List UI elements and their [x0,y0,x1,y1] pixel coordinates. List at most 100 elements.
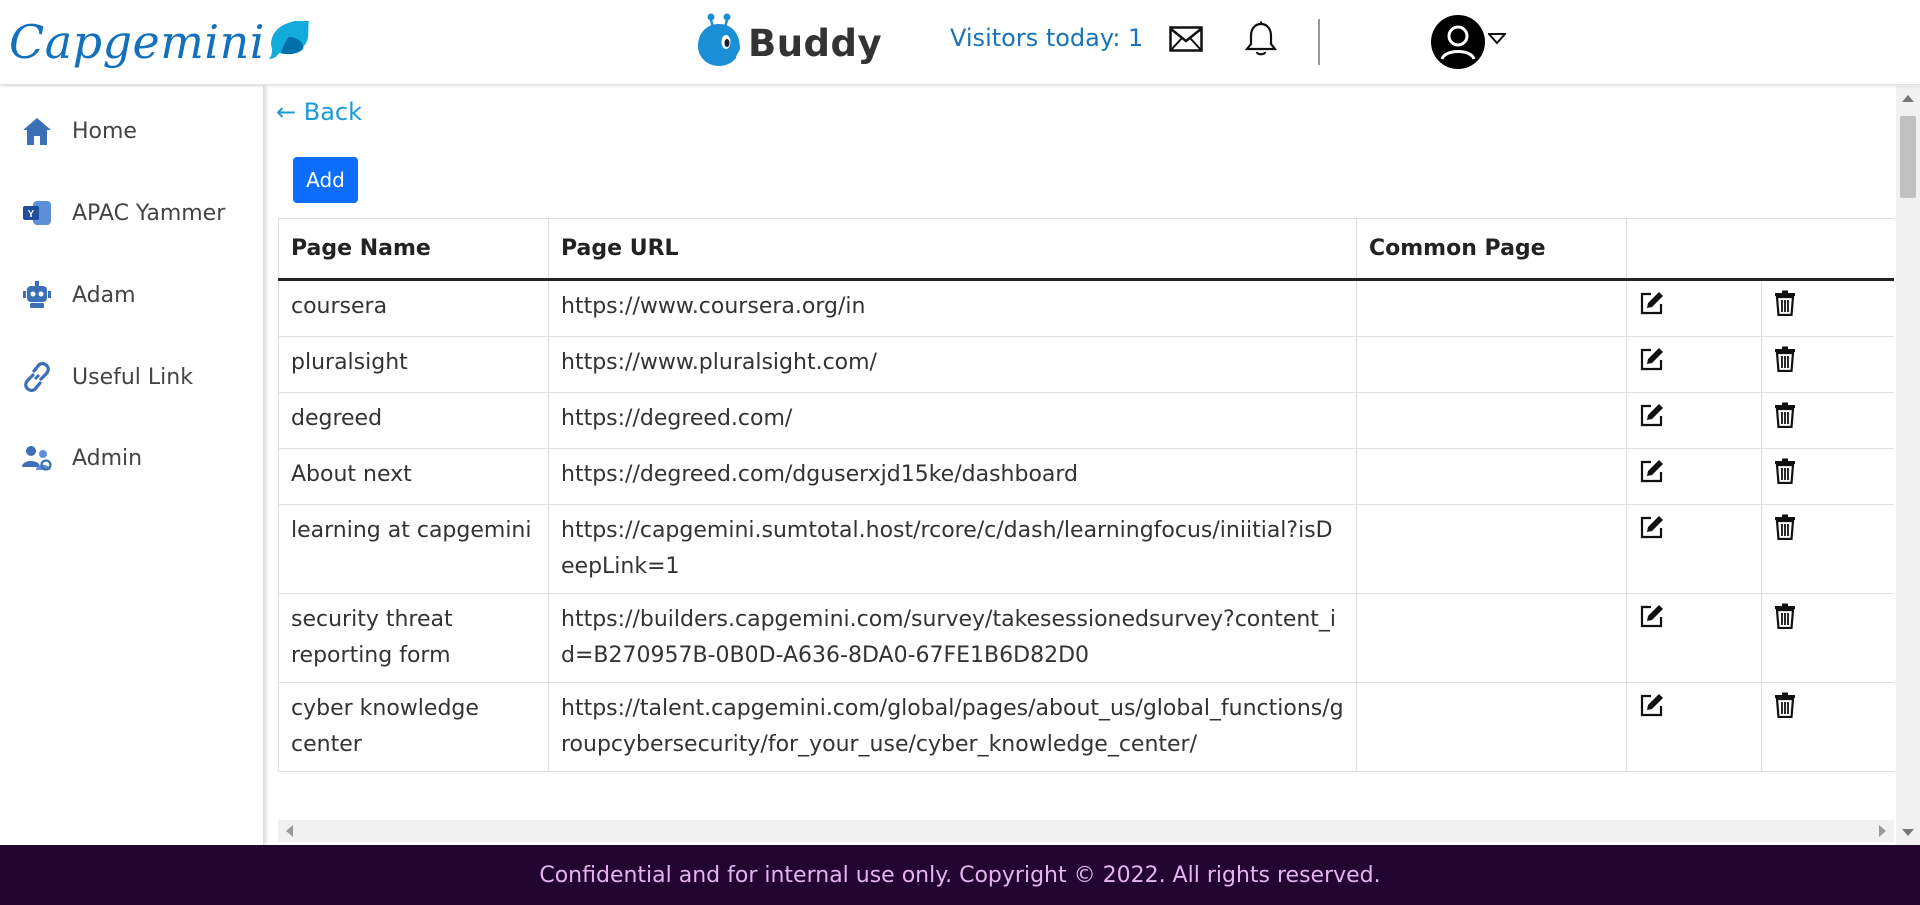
yammer-icon: Y [20,196,54,230]
sidebar-nav: Home Y APAC Yammer Adam Useful Link Admi… [0,86,264,845]
sidebar-item-label: Adam [72,282,136,308]
edit-icon[interactable] [1639,402,1665,428]
page-url-cell: https://degreed.com/dguserxjd15ke/dashbo… [548,448,1357,505]
trash-icon[interactable] [1774,346,1800,373]
table-row: pluralsight https://www.pluralsight.com/ [278,336,1894,393]
table-row: degreed https://degreed.com/ [278,392,1894,449]
delete-cell [1761,448,1894,505]
pages-table: Page Name Page URL Common Page coursera h… [278,218,1894,772]
table-row: security threat reporting form https://bu… [278,593,1894,683]
scroll-up-icon[interactable] [1902,95,1914,102]
spade-icon [267,17,313,67]
header-divider [1318,19,1320,65]
page-url-cell: https://www.coursera.org/in [548,279,1357,337]
scroll-right-icon[interactable] [1879,825,1886,837]
sidebar-item-label: Admin [72,445,143,471]
edit-cell [1626,504,1762,594]
table-row: cyber knowledge center https://talent.cap… [278,682,1894,772]
edit-icon[interactable] [1639,290,1665,316]
delete-cell [1761,279,1894,337]
main-content: ← Back Add Page Name Page URL Common Pag… [264,86,1920,845]
sidebar-item-apac-yammer[interactable]: Y APAC Yammer [20,193,225,233]
sidebar-item-adam[interactable]: Adam [20,275,136,315]
edit-icon[interactable] [1639,514,1665,540]
table-header-row: Page Name Page URL Common Page [278,218,1894,281]
user-avatar-icon[interactable] [1430,14,1486,70]
edit-icon[interactable] [1639,346,1665,372]
page-name-cell: About next [278,448,549,505]
common-page-cell [1356,448,1627,505]
page-name-cell: security threat reporting form [278,593,549,683]
edit-cell [1626,279,1762,337]
vertical-scrollbar[interactable] [1896,86,1920,845]
edit-icon[interactable] [1639,692,1665,718]
link-icon [20,360,54,394]
table-row: About next https://degreed.com/dguserxjd1… [278,448,1894,505]
page-url-cell: https://degreed.com/ [548,392,1357,449]
table-body: coursera https://www.coursera.org/in plura… [278,279,1894,772]
sidebar-item-label: Useful Link [72,364,193,390]
trash-icon[interactable] [1774,290,1800,317]
vertical-scroll-thumb[interactable] [1900,116,1916,198]
edit-cell [1626,682,1762,772]
page-footer: Confidential and for internal use only. … [0,845,1920,905]
mail-icon[interactable] [1165,18,1207,60]
common-page-cell [1356,682,1627,772]
column-header-page-name[interactable]: Page Name [278,218,549,281]
sidebar-item-label: Home [72,118,137,144]
page-name-cell: degreed [278,392,549,449]
sidebar-item-label: APAC Yammer [72,200,226,226]
sidebar-item-admin[interactable]: Admin [20,438,142,478]
sidebar-item-home[interactable]: Home [20,111,137,151]
edit-cell [1626,336,1762,393]
scroll-down-icon[interactable] [1902,829,1914,836]
page-name-cell: coursera [278,279,549,337]
edit-cell [1626,448,1762,505]
buddy-mascot-icon [696,12,742,74]
column-header-common-page[interactable]: Common Page [1356,218,1627,281]
delete-cell [1761,504,1894,594]
page-url-cell: https://talent.capgemini.com/global/page… [548,682,1357,772]
bell-icon[interactable] [1240,18,1282,60]
trash-icon[interactable] [1774,458,1800,485]
edit-cell [1626,593,1762,683]
table-row: coursera https://www.coursera.org/in [278,279,1894,337]
footer-text: Confidential and for internal use only. … [539,862,1381,888]
page-name-cell: cyber knowledge center [278,682,549,772]
page-name-cell: learning at capgemini [278,504,549,594]
trash-icon[interactable] [1774,692,1800,719]
trash-icon[interactable] [1774,603,1800,630]
page-url-cell: https://capgemini.sumtotal.host/rcore/c/… [548,504,1357,594]
edit-icon[interactable] [1639,458,1665,484]
common-page-cell [1356,336,1627,393]
top-header: Capgemini Buddy Visitors today: 1 [0,0,1920,85]
table-row: learning at capgemini https://capgemini.s… [278,504,1894,594]
delete-cell [1761,682,1894,772]
edit-icon[interactable] [1639,603,1665,629]
pages-table-container: Page Name Page URL Common Page coursera h… [278,218,1894,828]
common-page-cell [1356,392,1627,449]
trash-icon[interactable] [1774,514,1800,541]
delete-cell [1761,336,1894,393]
robot-icon [20,278,54,312]
scroll-left-icon[interactable] [286,825,293,837]
column-header-page-url[interactable]: Page URL [548,218,1357,281]
horizontal-scrollbar[interactable] [278,820,1894,842]
brand-logo[interactable]: Capgemini [9,10,313,74]
column-header-actions [1626,218,1894,281]
caret-down-icon[interactable] [1486,30,1508,49]
trash-icon[interactable] [1774,402,1800,429]
delete-cell [1761,392,1894,449]
brand-name: Capgemini [9,15,265,69]
add-button[interactable]: Add [293,157,358,203]
common-page-cell [1356,504,1627,594]
page-url-cell: https://www.pluralsight.com/ [548,336,1357,393]
back-link[interactable]: ← Back [276,98,362,126]
buddy-logo[interactable]: Buddy [696,12,882,74]
delete-cell [1761,593,1894,683]
common-page-cell [1356,279,1627,337]
visitors-counter: Visitors today: 1 [950,24,1144,52]
buddy-app-name: Buddy [748,21,883,65]
sidebar-item-useful-link[interactable]: Useful Link [20,357,193,397]
home-icon [20,114,54,148]
